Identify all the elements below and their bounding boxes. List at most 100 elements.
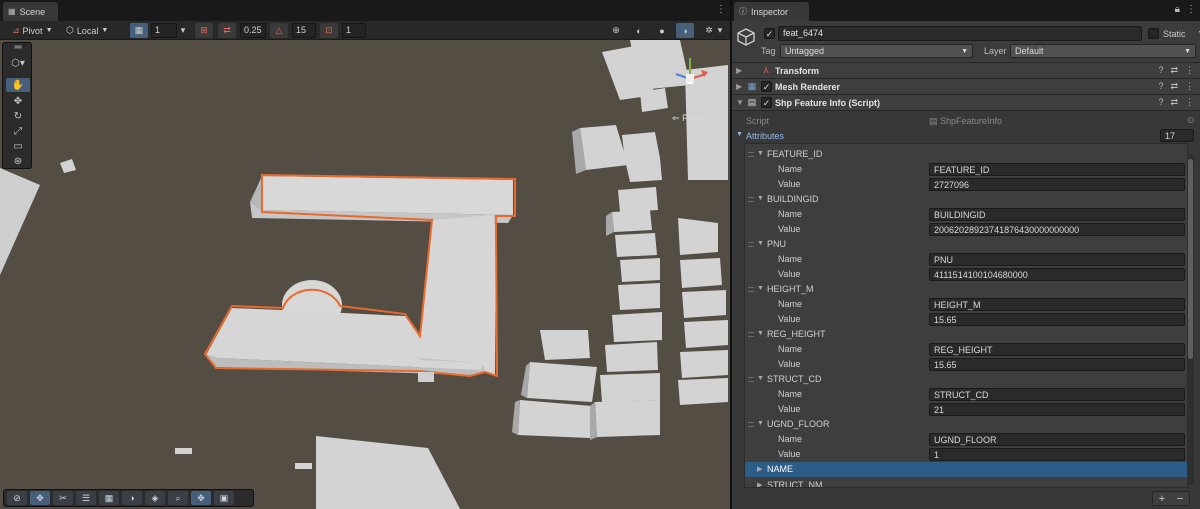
value-field[interactable]: 4111514100104680000 xyxy=(929,268,1185,281)
remove-element-button[interactable]: − xyxy=(1177,493,1183,505)
scene-viewport[interactable]: ⇐ Persp ═ ⬡▾ ✋ ✥ ↻ ⤢ ▭ ⊛ ⊘ ✥ ✂ ☰ ▦ ◑ ◈ ⌕… xyxy=(0,40,730,509)
name-field[interactable]: FEATURE_ID xyxy=(929,163,1185,176)
list-element[interactable]: ▶ NAME xyxy=(745,462,1187,477)
name-field[interactable]: REG_HEIGHT xyxy=(929,343,1185,356)
presets-icon[interactable]: ⇄ xyxy=(1170,97,1178,108)
space-dropdown[interactable]: ⬡ Local ▼ xyxy=(66,23,108,38)
list-element[interactable]: ▼ STRUCT_CD xyxy=(745,372,1187,387)
search-icon[interactable]: ⌕ xyxy=(168,491,188,505)
move-tool-icon[interactable]: ✥ xyxy=(6,94,30,108)
static-checkbox[interactable] xyxy=(1148,28,1159,39)
more-options-icon[interactable]: ⋮ xyxy=(716,4,726,15)
perspective-label[interactable]: ⇐ Persp xyxy=(672,113,706,124)
more-options-icon[interactable]: ⋮ xyxy=(1185,65,1194,76)
compass-icon[interactable]: ⊘ xyxy=(7,491,27,505)
rotate-tool-icon[interactable]: ↻ xyxy=(6,109,30,123)
scrollbar-thumb[interactable] xyxy=(1188,159,1193,359)
presets-icon[interactable]: ⇄ xyxy=(1170,81,1178,92)
help-icon[interactable]: ? xyxy=(1158,65,1163,76)
name-field[interactable]: HEIGHT_M xyxy=(929,298,1185,311)
shading-solid-icon[interactable]: ● xyxy=(653,23,671,38)
move-icon[interactable]: ✥ xyxy=(30,491,50,505)
script-value[interactable]: ▤ ShpFeatureInfo xyxy=(929,116,1002,127)
name-field[interactable]: PNU xyxy=(929,253,1185,266)
value-field[interactable]: 1 xyxy=(929,448,1185,461)
pivot-dropdown[interactable]: ⊿ Pivot ▼ xyxy=(12,23,53,38)
layer-dropdown[interactable]: Default ▼ xyxy=(1010,44,1196,58)
transform-tool-icon[interactable]: ⊛ xyxy=(6,154,30,168)
list-element[interactable]: ▼ FEATURE_ID xyxy=(745,147,1187,162)
presets-icon[interactable]: ⇄ xyxy=(1170,65,1178,76)
tag-dropdown[interactable]: Untagged ▼ xyxy=(780,44,973,58)
drag-handle-icon[interactable] xyxy=(748,242,754,247)
tool-view-dropdown[interactable]: ⬡▾ xyxy=(6,56,30,70)
tab-scene[interactable]: ▦ Scene xyxy=(3,2,58,21)
list-element[interactable]: ▼ HEIGHT_M xyxy=(745,282,1187,297)
rotate-snap-field[interactable]: 15 xyxy=(292,23,316,38)
grid-size-field[interactable]: 1 xyxy=(151,23,177,38)
rotate-snap-button[interactable]: △ xyxy=(270,23,288,38)
help-icon[interactable]: ? xyxy=(1158,97,1163,108)
more-options-icon[interactable]: ⋮ xyxy=(1186,4,1196,15)
name-field[interactable]: BUILDINGID xyxy=(929,208,1185,221)
list-element[interactable]: ▼ PNU xyxy=(745,237,1187,252)
scale-tool-icon[interactable]: ⤢ xyxy=(6,124,30,138)
lighting-icon[interactable]: ◑ xyxy=(122,491,142,505)
attributes-header[interactable]: ▼ Attributes 17 xyxy=(732,129,1200,144)
value-field[interactable]: 2727096 xyxy=(929,178,1185,191)
snap-toggle-button[interactable]: ⊞ xyxy=(195,23,213,38)
globe-icon[interactable]: ⊕ xyxy=(607,23,625,38)
orientation-gizmo[interactable] xyxy=(668,44,718,106)
list-element[interactable]: ▼ REG_HEIGHT xyxy=(745,327,1187,342)
more-options-icon[interactable]: ▾ xyxy=(714,23,726,38)
shading-wire-icon[interactable]: ◐ xyxy=(630,23,648,38)
active-checkbox[interactable]: ✓ xyxy=(764,28,775,39)
more-options-icon[interactable]: ⋮ xyxy=(1185,81,1194,92)
add-element-button[interactable]: + xyxy=(1159,493,1165,505)
rect-tool-icon[interactable]: ▭ xyxy=(6,139,30,153)
help-icon[interactable]: ? xyxy=(1158,81,1163,92)
drag-handle-icon[interactable] xyxy=(748,287,754,292)
name-field[interactable]: STRUCT_CD xyxy=(929,388,1185,401)
scale-snap-field[interactable]: 1 xyxy=(342,23,366,38)
object-name-field[interactable]: feat_6474 xyxy=(778,26,1142,41)
component-mesh-renderer[interactable]: ▶ ▦ ✓ Mesh Renderer ? ⇄ ⋮ xyxy=(732,79,1200,95)
drag-handle-icon[interactable]: ═ xyxy=(6,42,30,53)
shading-lit-icon[interactable]: ◑ xyxy=(676,23,694,38)
name-field[interactable]: UGND_FLOOR xyxy=(929,433,1185,446)
hand-tool-icon[interactable]: ✋ xyxy=(6,78,30,92)
grid-toggle-button[interactable]: ▦ xyxy=(130,23,148,38)
drag-handle-icon[interactable] xyxy=(748,377,754,382)
component-shp-feature-info[interactable]: ▼ ▤ ✓ Shp Feature Info (Script) ? ⇄ ⋮ xyxy=(732,95,1200,111)
value-field[interactable]: 20062028923741876430000000000 xyxy=(929,223,1185,236)
drag-handle-icon[interactable] xyxy=(748,197,754,202)
grid-dropdown-icon[interactable]: ▾ xyxy=(177,23,189,38)
component-enabled-checkbox[interactable]: ✓ xyxy=(761,97,772,108)
lock-icon[interactable]: 🔒︎ xyxy=(1175,4,1180,15)
gameobject-cube-icon[interactable] xyxy=(736,27,756,47)
attributes-size-field[interactable]: 17 xyxy=(1160,129,1194,142)
list-element[interactable]: ▶ STRUCT_NM xyxy=(745,478,1187,487)
sliders-icon[interactable]: ☰ xyxy=(76,491,96,505)
list-element[interactable]: ▼ UGND_FLOOR xyxy=(745,417,1187,432)
scale-snap-button[interactable]: ⊡ xyxy=(320,23,338,38)
target-icon[interactable]: ⊙ xyxy=(1187,115,1195,126)
value-field[interactable]: 15.65 xyxy=(929,313,1185,326)
navigate-icon[interactable]: ✥ xyxy=(191,491,211,505)
drag-handle-icon[interactable] xyxy=(748,422,754,427)
list-element[interactable]: ▼ BUILDINGID xyxy=(745,192,1187,207)
tab-inspector[interactable]: ⓘ Inspector xyxy=(734,2,809,21)
more-options-icon[interactable]: ⋮ xyxy=(1185,97,1194,108)
move-snap-field[interactable]: 0.25 xyxy=(240,23,266,38)
drag-handle-icon[interactable] xyxy=(748,332,754,337)
component-enabled-checkbox[interactable]: ✓ xyxy=(761,81,772,92)
move-snap-button[interactable]: ⇄ xyxy=(218,23,236,38)
camera-icon[interactable]: ▣ xyxy=(214,491,234,505)
value-field[interactable]: 21 xyxy=(929,403,1185,416)
grid-snap-icon[interactable]: ▦ xyxy=(99,491,119,505)
value-field[interactable]: 15.65 xyxy=(929,358,1185,371)
drag-handle-icon[interactable] xyxy=(748,152,754,157)
attributes-scrollbar[interactable] xyxy=(1187,155,1194,485)
component-transform[interactable]: ▶ ⅄ Transform ? ⇄ ⋮ xyxy=(732,63,1200,79)
static-toggle[interactable]: Static ▼ xyxy=(1148,28,1200,39)
